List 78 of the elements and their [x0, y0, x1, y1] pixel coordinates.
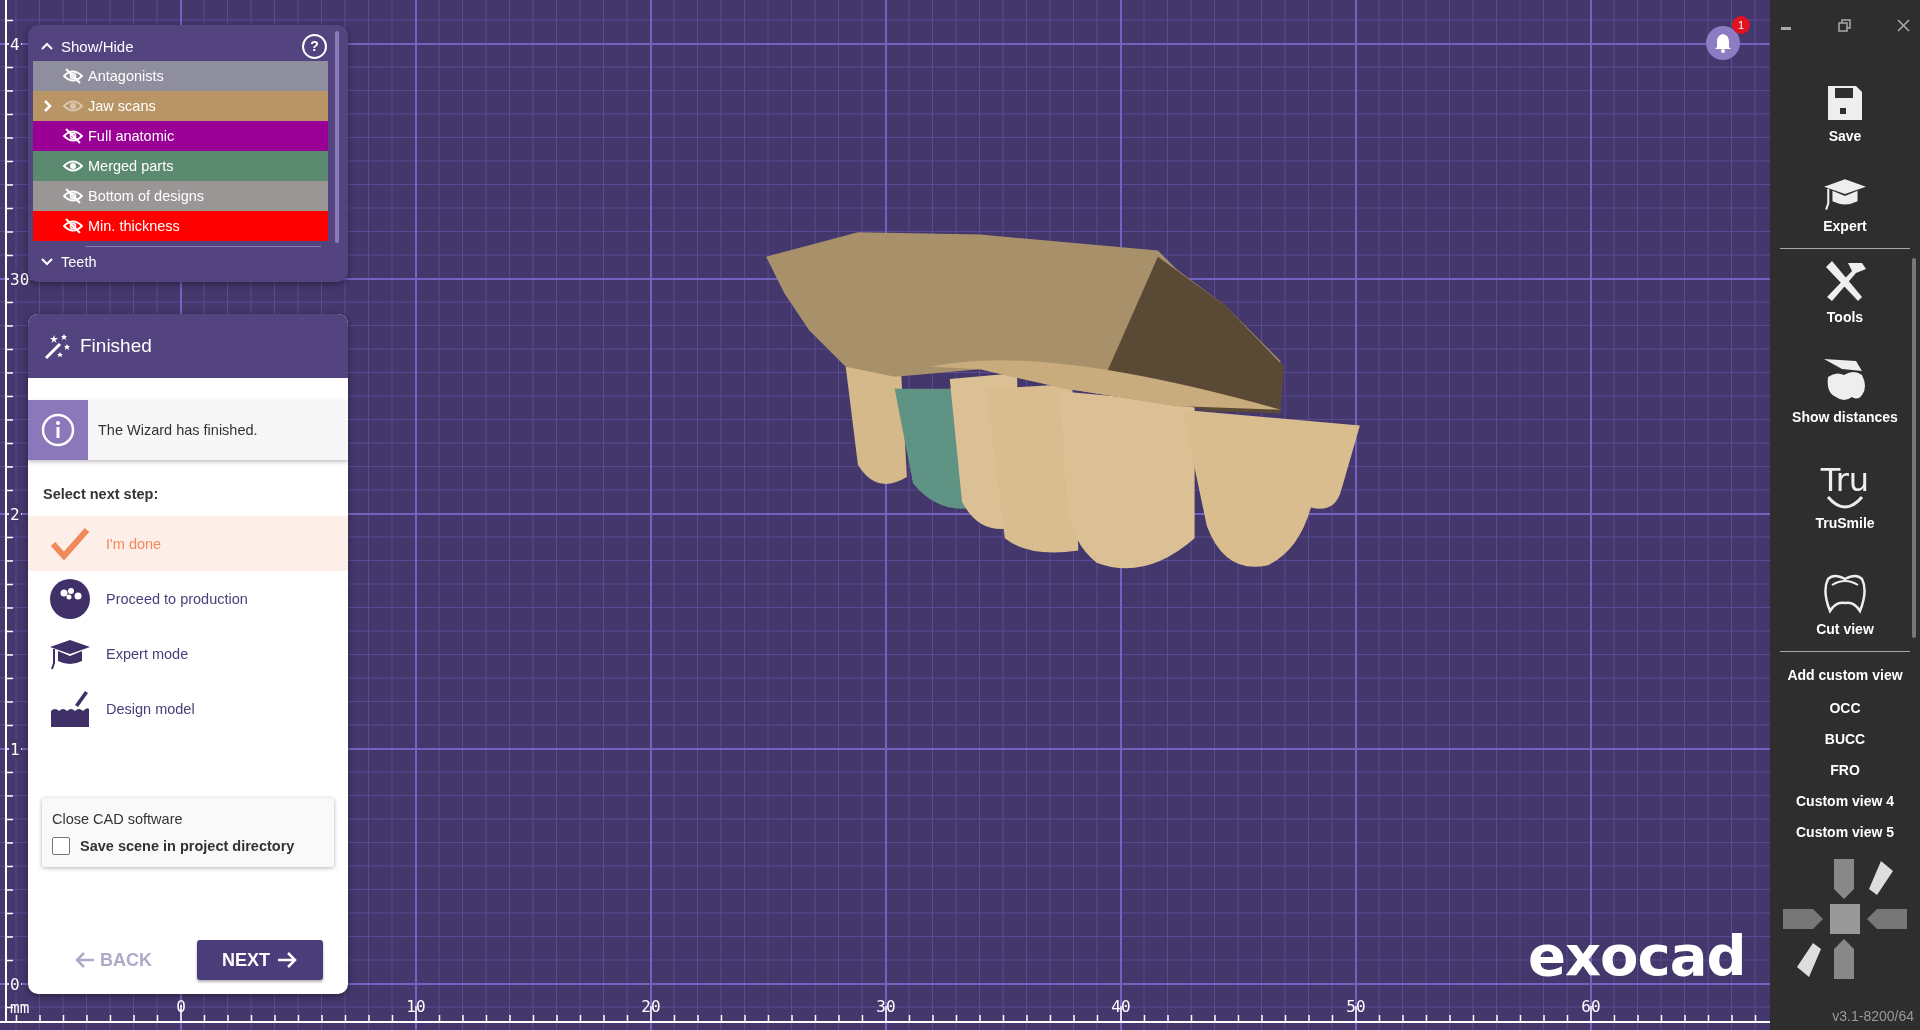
logo-wordmark: exocad	[1528, 928, 1746, 984]
eye-slash-icon[interactable]	[63, 127, 83, 145]
toolbar-button[interactable]: Tools	[1822, 259, 1868, 325]
help-icon[interactable]: ?	[302, 33, 327, 59]
axis-tick-label: 60	[1581, 997, 1601, 1016]
panel-title: Show/Hide	[61, 37, 135, 55]
axis-tick-label: 2	[9, 504, 21, 524]
arrow-left-icon	[74, 951, 96, 969]
caret-up-icon[interactable]	[41, 42, 53, 50]
magic-wand-icon	[44, 332, 72, 360]
axis-tick-label: 10	[406, 997, 426, 1016]
option-label: Proceed to production	[106, 590, 248, 607]
scrollbar[interactable]	[335, 31, 339, 243]
close-box-title: Close CAD software	[52, 811, 184, 827]
section-label[interactable]: Teeth	[61, 254, 97, 270]
toolbar-button[interactable]: Expert	[1822, 176, 1868, 234]
checkbox[interactable]	[52, 837, 70, 855]
checkbox-label[interactable]: Save scene in project directory	[80, 838, 295, 854]
toolbar-button[interactable]: Tru TruSmile	[1815, 465, 1875, 531]
toolbar-button[interactable]: Show distances	[1792, 357, 1898, 425]
layer-label: Antagonists	[88, 68, 164, 84]
next-step-option[interactable]: Proceed to production	[28, 571, 348, 626]
next-step-option[interactable]: Design model	[28, 681, 348, 736]
axis-tick-label: 1	[9, 739, 21, 759]
next-button[interactable]: NEXT	[197, 940, 323, 980]
view-preset-button[interactable]: FRO	[1830, 754, 1860, 785]
chevron-right-icon[interactable]	[44, 100, 52, 112]
view-preset-button[interactable]: BUCC	[1824, 723, 1866, 754]
toolbar-button[interactable]: Save	[1826, 84, 1864, 144]
option-label: Expert mode	[106, 645, 189, 662]
add-custom-view-button[interactable]: Add custom view	[1787, 658, 1903, 692]
axis-tick-label: 4	[9, 34, 21, 54]
smile-icon	[1825, 495, 1865, 509]
view-preset-button[interactable]: Custom view 5	[1796, 816, 1894, 847]
layer-row[interactable]: Min. thickness	[33, 211, 328, 241]
version-label: v3.1-8200/64	[1832, 1008, 1914, 1024]
caret-down-icon[interactable]	[41, 258, 53, 266]
axis-unit-label: mm	[10, 998, 30, 1017]
notification-button[interactable]	[1706, 26, 1740, 60]
layer-label: Min. thickness	[88, 218, 180, 234]
axis-tick-label: 40	[1111, 997, 1131, 1016]
tooth-distance-icon	[1822, 357, 1868, 403]
layer-label: Bottom of designs	[88, 188, 205, 204]
checkmark-icon	[50, 525, 90, 562]
layer-label: Full anatomic	[88, 128, 175, 144]
save-icon	[1826, 84, 1864, 122]
view-cube-drawing[interactable]	[1781, 857, 1909, 981]
option-label: I'm done	[106, 535, 162, 552]
next-step-option[interactable]: Expert mode	[28, 626, 348, 681]
restore-icon[interactable]	[1838, 18, 1851, 32]
scrollbar[interactable]	[1912, 258, 1916, 638]
step-prompt: Select next step:	[43, 486, 160, 502]
axis-tick-label: 0	[176, 997, 186, 1016]
production-icon	[50, 578, 90, 619]
layer-row[interactable]: Full anatomic	[33, 121, 328, 151]
view-preset-button[interactable]: Custom view 4	[1796, 785, 1894, 816]
axis-tick-label: 20	[641, 997, 661, 1016]
layer-label: Jaw scans	[88, 98, 156, 114]
toolbar-button[interactable]: Cut view	[1816, 571, 1874, 637]
wizard-title: Finished	[80, 335, 152, 357]
view-preset-button[interactable]: OCC	[1829, 692, 1861, 723]
trusmile-logo: Tru	[1820, 465, 1870, 495]
axis-tick-label: 30	[876, 997, 896, 1016]
layer-label: Merged parts	[88, 158, 174, 174]
axis-tick-label: 50	[1346, 997, 1366, 1016]
eye-slash-icon[interactable]	[63, 67, 83, 85]
axis-tick-label: 30	[9, 269, 31, 289]
dental-model-icon	[49, 688, 91, 729]
close-icon[interactable]	[1897, 18, 1910, 32]
option-label: Design model	[106, 700, 195, 717]
eye-slash-icon[interactable]	[63, 217, 83, 235]
notification-badge: 1	[1732, 16, 1750, 34]
bell-icon	[1714, 33, 1732, 53]
arrow-right-icon	[276, 951, 298, 969]
info-message: The Wizard has finished.	[98, 422, 258, 438]
layer-row[interactable]: Merged parts	[33, 151, 328, 181]
info-icon	[41, 413, 75, 447]
axis-tick-label: 0	[9, 974, 21, 994]
